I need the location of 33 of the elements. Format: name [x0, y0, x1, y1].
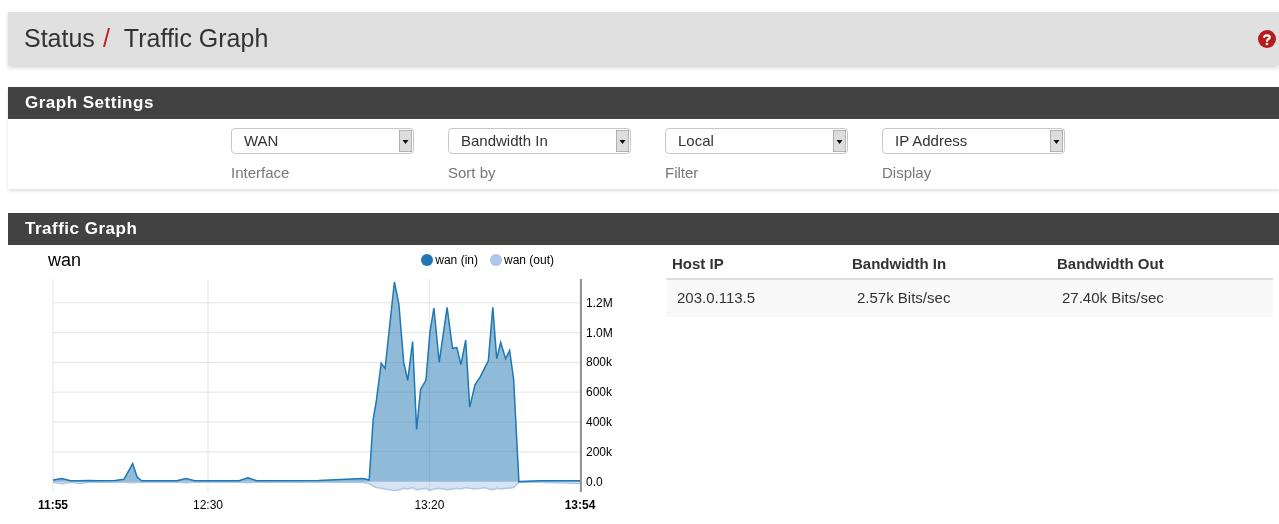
y-tick-label: 800k: [586, 355, 613, 370]
field-label: Sort by: [448, 163, 497, 183]
table-cell-text: 203.0.113.5: [676, 288, 757, 309]
x-tick-label: 11:55: [38, 498, 68, 512]
chart-title: wan: [48, 248, 82, 272]
breadcrumb-separator: /: [102, 22, 110, 54]
dropdown-select[interactable]: IP Address: [882, 128, 1065, 154]
y-tick-label: 1.0M: [586, 325, 613, 340]
x-tick-label: 12:30: [193, 498, 223, 512]
table-cell-text: 2.57k Bits/sec: [856, 288, 952, 309]
dropdown-select[interactable]: WAN: [231, 128, 414, 154]
y-tick-label: 200k: [586, 444, 613, 459]
legend-label: wan (out): [503, 252, 554, 269]
y-tick-label: 1.2M: [586, 295, 613, 310]
column-header: Bandwidth In: [851, 254, 948, 275]
field-label: Interface: [231, 163, 291, 183]
page-title: Traffic Graph: [123, 22, 269, 54]
y-tick-label: 400k: [586, 415, 613, 429]
panel-title: Graph Settings: [25, 92, 154, 115]
column-header: Bandwidth Out: [1056, 254, 1165, 275]
breadcrumb-link[interactable]: Status: [24, 19, 95, 58]
x-tick-label: 13:20: [414, 498, 445, 512]
field-label: Filter: [665, 163, 700, 183]
table-cell-text: 27.40k Bits/sec: [1061, 288, 1165, 309]
x-tick-label: 13:54: [564, 498, 596, 512]
column-header: Host IP: [671, 254, 725, 275]
dropdown-select[interactable]: Local: [665, 128, 848, 154]
legend-label: wan (in): [435, 252, 478, 269]
field-label: Display: [882, 163, 933, 183]
dropdown-select[interactable]: Bandwidth In: [448, 128, 631, 154]
y-tick-label: 0.0: [586, 474, 603, 489]
panel-title: Traffic Graph: [25, 218, 138, 241]
y-tick-label: 600k: [586, 385, 613, 400]
